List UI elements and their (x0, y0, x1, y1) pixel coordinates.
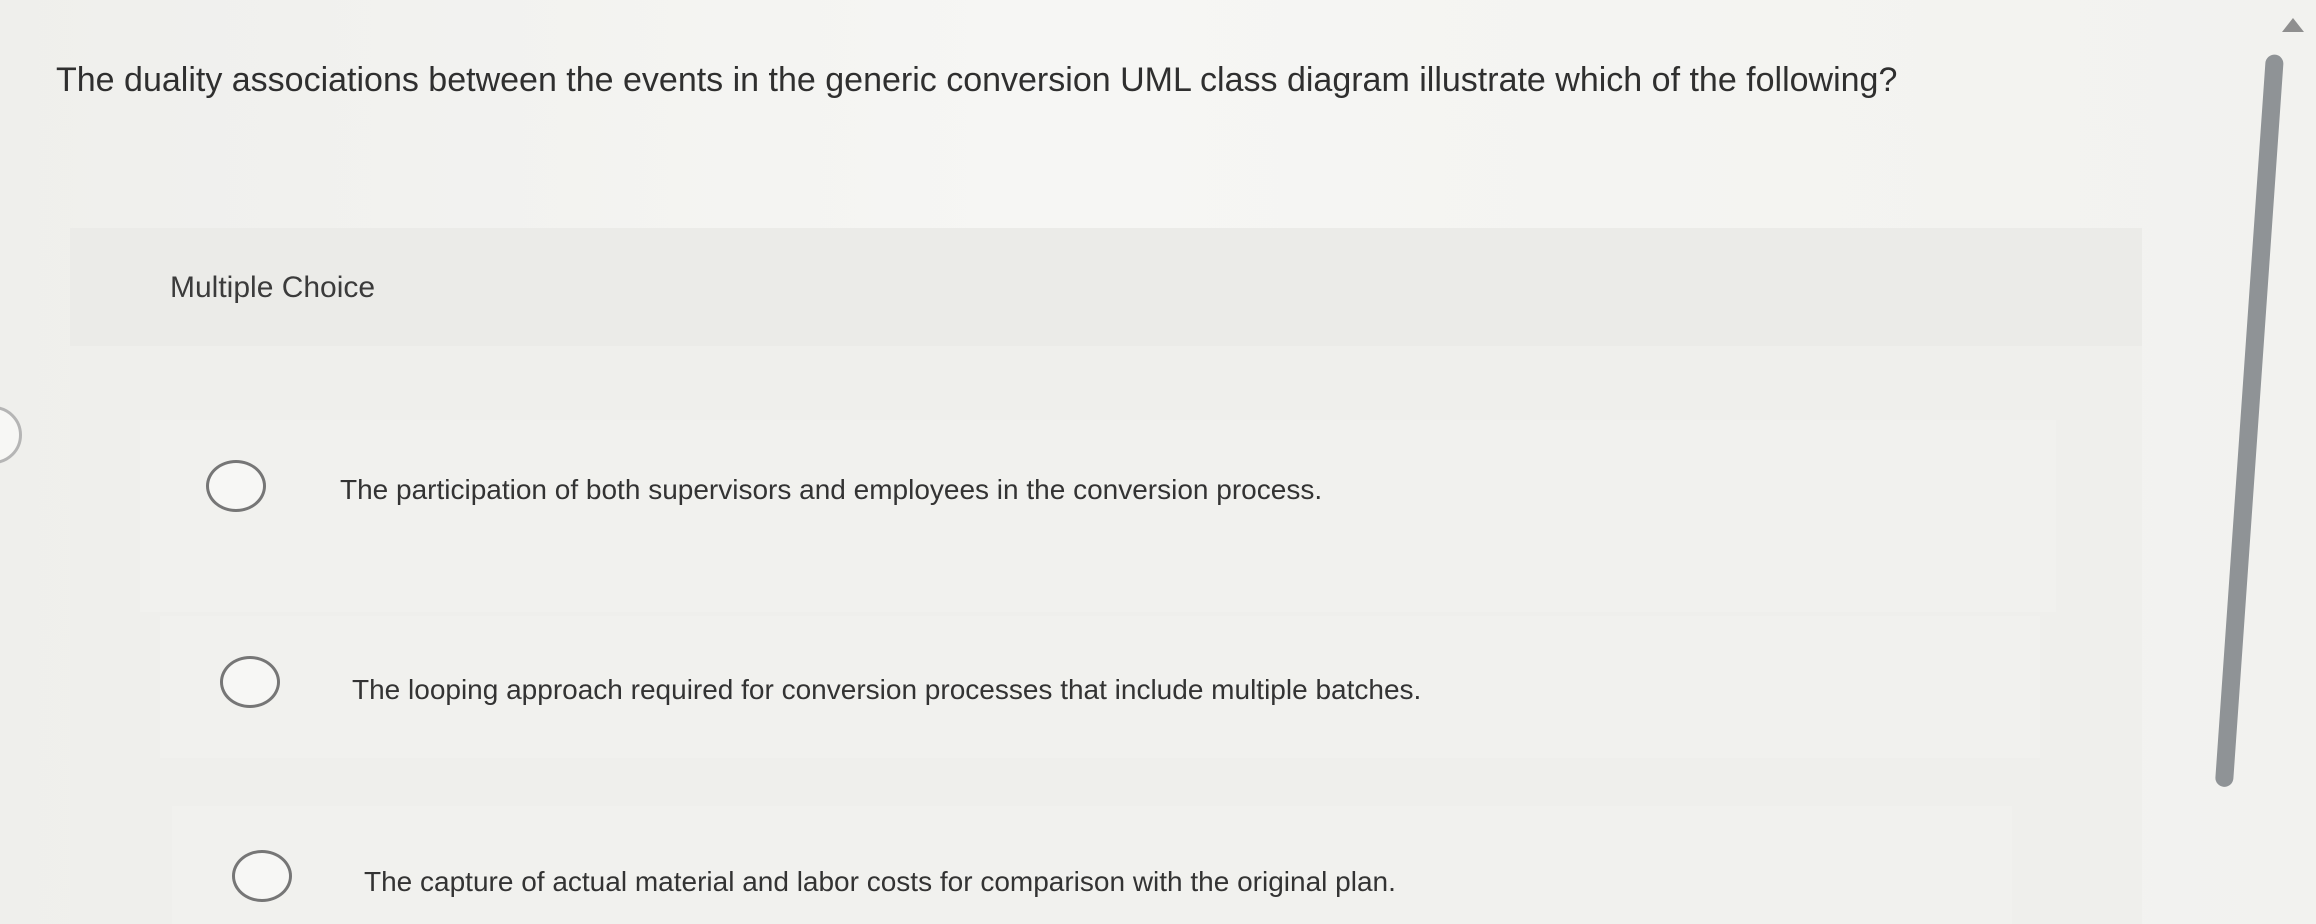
triangle-up-icon[interactable] (2282, 18, 2304, 32)
choice-label[interactable]: The participation of both supervisors an… (340, 472, 1322, 508)
choice-label[interactable]: The looping approach required for conver… (352, 672, 1421, 708)
panel-header: Multiple Choice (70, 228, 2142, 346)
choice-option[interactable]: The capture of actual material and labor… (172, 806, 2012, 924)
choice-option[interactable]: The participation of both supervisors an… (140, 420, 2056, 612)
panel-title: Multiple Choice (170, 271, 376, 304)
radio-circle-icon[interactable] (232, 850, 292, 902)
choice-option[interactable]: The looping approach required for conver… (160, 616, 2040, 758)
question-text: The duality associations between the eve… (56, 61, 1898, 99)
scrollbar-thumb[interactable] (2214, 54, 2284, 788)
page-background: The duality associations between the eve… (0, 0, 2316, 924)
partial-circle-icon[interactable] (0, 406, 22, 464)
radio-circle-icon[interactable] (220, 656, 280, 708)
radio-circle-icon[interactable] (206, 460, 266, 512)
choice-label[interactable]: The capture of actual material and labor… (364, 864, 1396, 900)
